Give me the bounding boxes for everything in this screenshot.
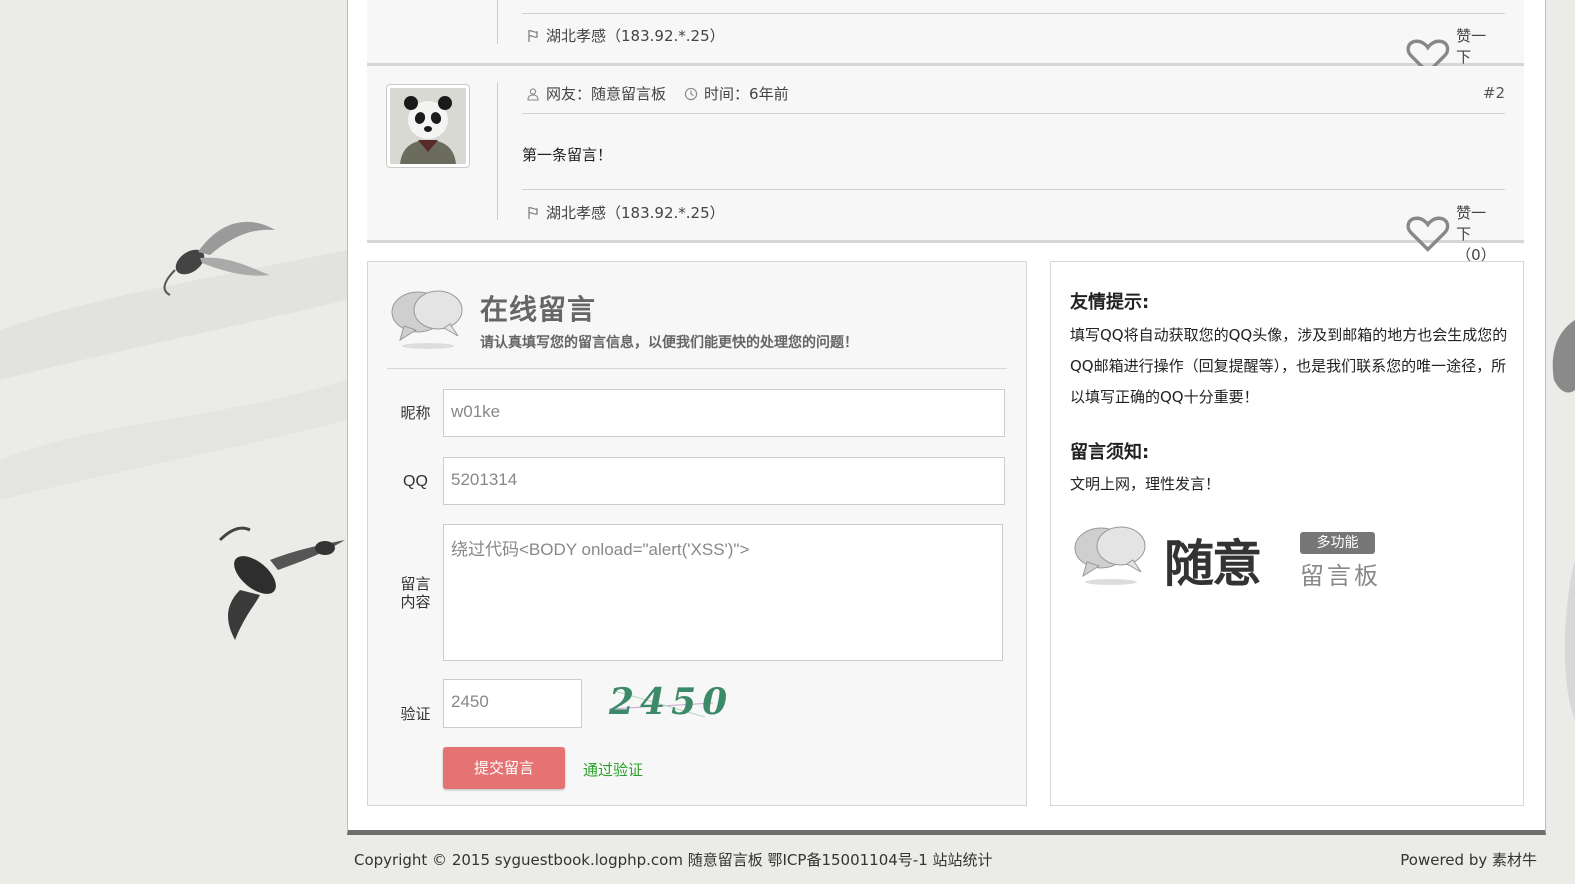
form-subtitle: 请认真填写您的留言信息，以便我们能更快的处理您的问题！ bbox=[480, 335, 858, 351]
like-label: 赞一下（0） bbox=[1456, 204, 1496, 264]
time-text: 6年前 bbox=[749, 85, 789, 103]
submit-button[interactable]: 提交留言 bbox=[443, 747, 565, 789]
footer-copyright[interactable]: Copyright © 2015 syguestbook.logphp.com … bbox=[354, 849, 993, 870]
nickname-label: 昵称 bbox=[400, 404, 431, 422]
guestbook-container: 湖北孝感（183.92.*.25） 赞一下（0） 网友：随意留言板 bbox=[347, 0, 1546, 835]
content-label-line1: 留言 bbox=[400, 575, 431, 593]
captcha-input[interactable]: 2450 bbox=[443, 679, 582, 728]
message-card-2: 网友： 随意留言板 时间： 6年前 #2 第一条留言！ 湖北孝感（183.92.*.… bbox=[367, 66, 1524, 264]
tips-title: 友情提示: bbox=[1070, 292, 1150, 313]
message-content: 第一条留言！ bbox=[522, 146, 613, 164]
tips-text: 填写QQ将自动获取您的QQ头像，涉及到邮箱的地方也会生成您的QQ邮箱进行操作（回… bbox=[1070, 326, 1508, 406]
divider bbox=[497, 0, 498, 44]
content-label-line2: 内容 bbox=[400, 593, 431, 611]
ip-location: 湖北孝感（183.92.*.25） bbox=[526, 202, 725, 223]
time-prefix: 时间： bbox=[704, 85, 750, 103]
captcha-text: 2450 bbox=[609, 681, 734, 723]
speech-bubble-icon bbox=[391, 290, 463, 349]
ip-location: 湖北孝感（183.92.*.25） bbox=[526, 25, 725, 46]
brand-bubble-icon bbox=[1074, 526, 1146, 585]
goldfish-painting-top bbox=[163, 221, 275, 296]
divider bbox=[387, 368, 1007, 369]
goldfish-painting-bottom bbox=[218, 526, 345, 640]
content-label: 留言 内容 bbox=[388, 575, 443, 611]
user-prefix: 网友： bbox=[546, 85, 592, 103]
flag-icon bbox=[528, 206, 538, 219]
notice-text: 文明上网，理性发言！ bbox=[1070, 475, 1221, 493]
location-text: 湖北孝感（183.92.*.25） bbox=[546, 204, 725, 222]
floor-number: #2 bbox=[1482, 84, 1505, 102]
message-form: 在线留言 请认真填写您的留言信息，以便我们能更快的处理您的问题！ 昵称 w01k… bbox=[367, 261, 1027, 806]
clock-icon bbox=[684, 87, 698, 100]
brand-subtitle: 留言板 bbox=[1300, 562, 1381, 590]
panda-avatar-icon bbox=[390, 88, 466, 164]
location-text: 湖北孝感（183.92.*.25） bbox=[546, 27, 725, 45]
avatar bbox=[386, 84, 470, 168]
divider bbox=[522, 13, 1505, 14]
ink-wash-right-edge bbox=[1552, 320, 1575, 720]
form-title: 在线留言 bbox=[480, 293, 597, 326]
divider bbox=[497, 82, 498, 220]
message-meta: 网友： 随意留言板 时间： 6年前 bbox=[526, 83, 789, 104]
captcha-label: 验证 bbox=[400, 705, 431, 723]
user-name: 随意留言板 bbox=[591, 85, 667, 103]
brand-logo-text: 随意 bbox=[1164, 534, 1262, 593]
tips-panel: 友情提示: 填写QQ将自动获取您的QQ头像，涉及到邮箱的地方也会生成您的QQ邮箱… bbox=[1050, 261, 1524, 806]
user-icon bbox=[527, 87, 539, 101]
nickname-input[interactable]: w01ke bbox=[443, 389, 1005, 437]
qq-input[interactable]: 5201314 bbox=[443, 457, 1005, 505]
message-card-1: 湖北孝感（183.92.*.25） 赞一下（0） bbox=[367, 0, 1524, 87]
qq-label: QQ bbox=[403, 473, 428, 490]
verified-status: 通过验证 bbox=[583, 761, 644, 779]
content-textarea[interactable]: 绕过代码<BODY onload="alert('XSS')"> bbox=[443, 524, 1003, 661]
captcha-image[interactable]: 2450 bbox=[605, 679, 727, 725]
ink-wash-background bbox=[0, 250, 347, 500]
heart-icon bbox=[1406, 216, 1450, 252]
footer-powered-by[interactable]: Powered by 素材牛 bbox=[1400, 849, 1537, 870]
divider bbox=[522, 113, 1505, 114]
divider bbox=[522, 189, 1505, 190]
notice-title: 留言须知: bbox=[1070, 442, 1150, 463]
brand-badge: 多功能 bbox=[1300, 532, 1375, 554]
flag-icon bbox=[528, 29, 538, 42]
like-button[interactable]: 赞一下（0） bbox=[1406, 202, 1497, 265]
